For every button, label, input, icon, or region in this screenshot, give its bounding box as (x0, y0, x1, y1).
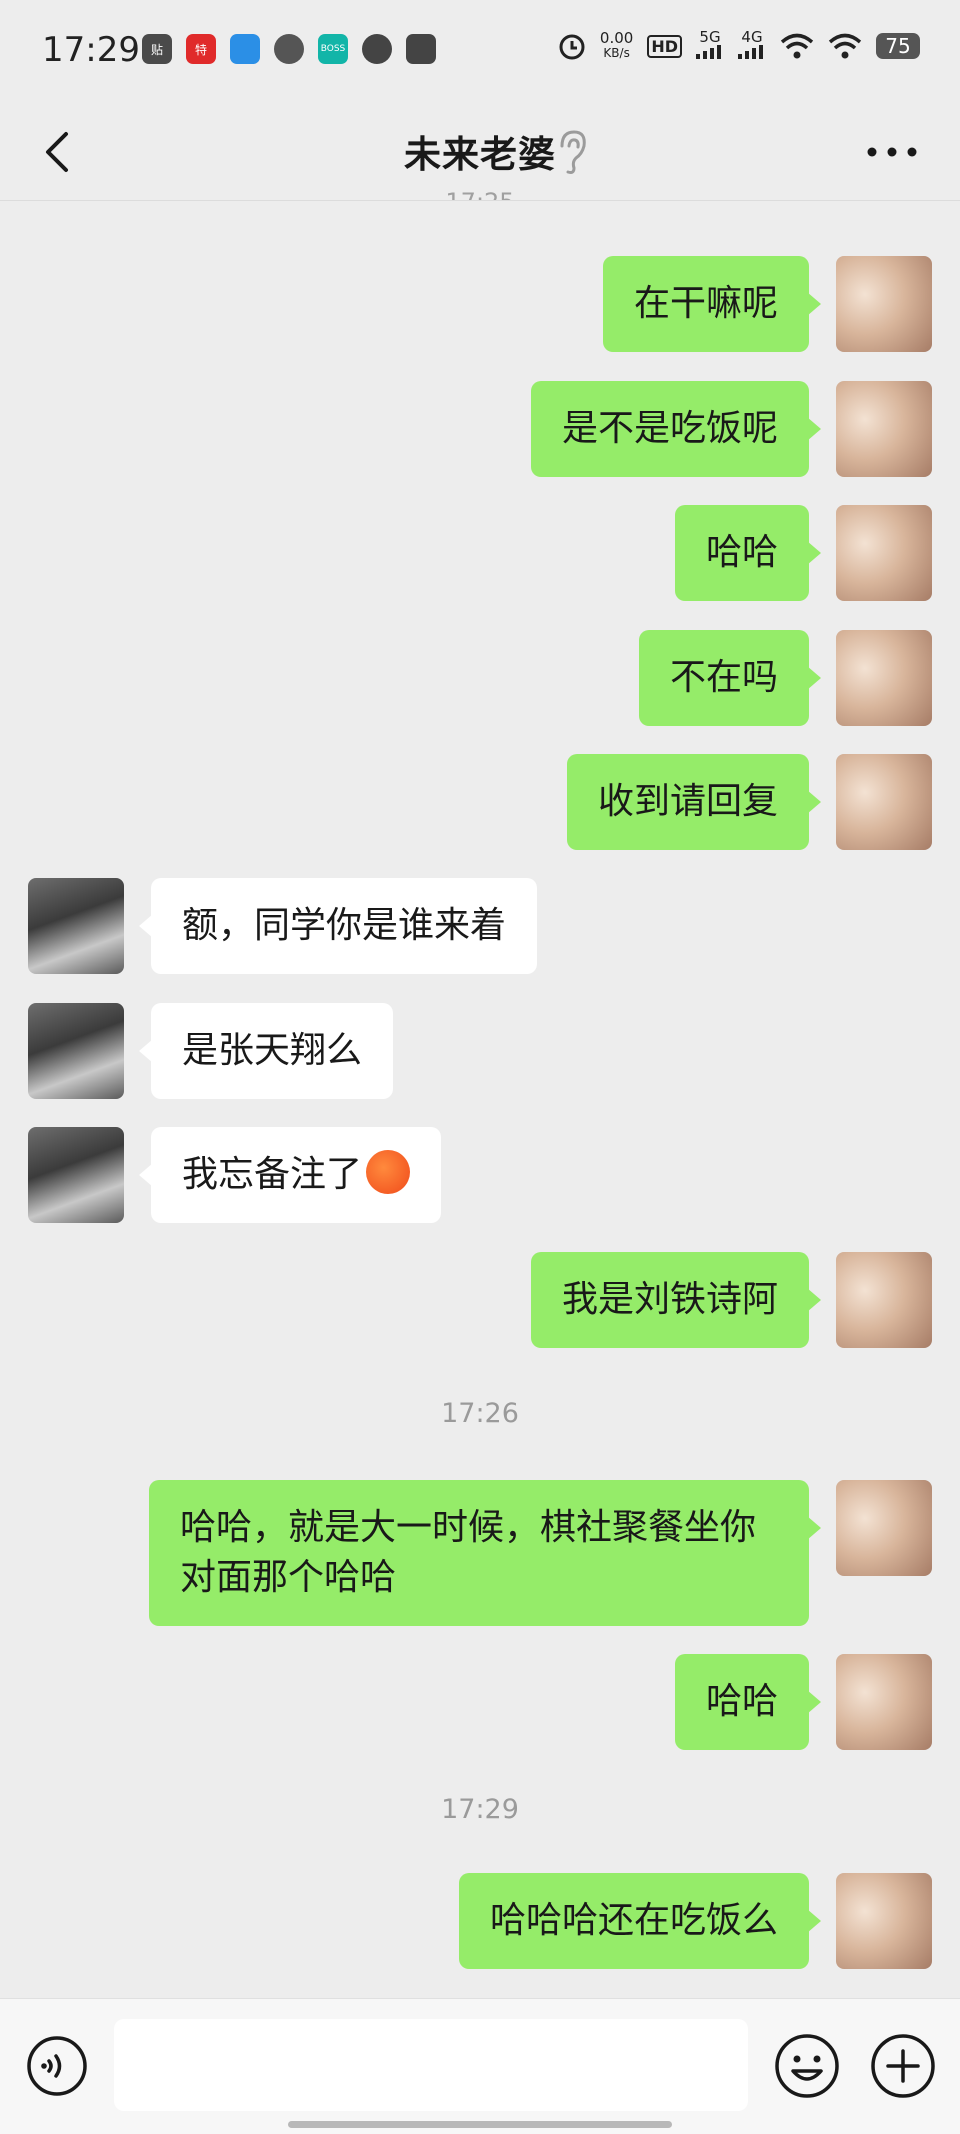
status-app-icons: 贴 特 BOSS (142, 34, 436, 64)
tieba-icon: 贴 (142, 34, 172, 64)
more-dots-icon[interactable] (862, 130, 922, 174)
message-row: 是不是吃饭呢 (0, 381, 960, 477)
my-avatar[interactable] (836, 1873, 932, 1969)
wifi-icon (780, 33, 814, 59)
plus-icon[interactable] (870, 2033, 936, 2099)
contact-message-text: 我忘备注了 (182, 1154, 363, 1195)
my-avatar[interactable] (836, 754, 932, 850)
net-5g-label: 5G (699, 28, 721, 46)
my-message-bubble[interactable]: 我是刘铁诗阿 (530, 1252, 822, 1348)
message-row: 不在吗 (0, 630, 960, 726)
contact-message-bubble[interactable]: 是张天翔么 (138, 1003, 394, 1099)
my-message-bubble[interactable]: 哈哈，就是大一时候，棋社聚餐坐你对面那个哈哈 (149, 1480, 821, 1626)
header-divider (0, 200, 960, 201)
contact-avatar[interactable] (28, 1003, 124, 1099)
contact-message-bubble[interactable]: 额，同学你是谁来着 (138, 878, 538, 974)
my-message-bubble[interactable]: 在干嘛呢 (602, 256, 822, 352)
emoji-icon[interactable] (774, 2033, 840, 2099)
my-message-bubble[interactable]: 不在吗 (638, 630, 822, 726)
message-row: 哈哈哈还在吃饭么 (0, 1873, 960, 1969)
chat-title: 未来老婆 (404, 133, 556, 176)
message-row: 额，同学你是谁来着 (0, 878, 960, 974)
my-message-bubble[interactable]: 哈哈 (674, 505, 822, 601)
signal-4g: 4G (738, 30, 766, 62)
timestamp-cut: 17:25 (420, 188, 540, 200)
sweat-emoji-icon (366, 1150, 411, 1194)
timestamp: 17:29 (441, 1794, 519, 1825)
contact-avatar[interactable] (28, 878, 124, 974)
net-speed-unit: KB/s (603, 46, 630, 60)
shopping-app-icon: 特 (186, 34, 216, 64)
boss-app-icon: BOSS (318, 34, 348, 64)
my-avatar[interactable] (836, 505, 932, 601)
hd-badge: HD (647, 34, 682, 58)
my-avatar[interactable] (836, 1480, 932, 1576)
message-row: 收到请回复 (0, 754, 960, 850)
message-row: 哈哈，就是大一时候，棋社聚餐坐你对面那个哈哈 (0, 1480, 960, 1626)
message-row: 哈哈 (0, 505, 960, 601)
message-row: 我忘备注了 (0, 1127, 960, 1223)
status-bar: 17:29 贴 特 BOSS 0.00 KB/s HD 5G 4G 75 (0, 0, 960, 104)
my-avatar[interactable] (836, 1654, 932, 1750)
net-speed-value: 0.00 (599, 29, 634, 47)
voice-icon[interactable] (26, 2035, 88, 2097)
status-time: 17:29 (42, 30, 140, 70)
square-app-icon (406, 34, 436, 64)
my-avatar[interactable] (836, 381, 932, 477)
battery-indicator: 75 (876, 33, 920, 59)
message-row: 哈哈 (0, 1654, 960, 1750)
input-bar (0, 1998, 960, 2134)
netease-music-icon (274, 34, 304, 64)
my-message-bubble[interactable]: 哈哈 (674, 1654, 822, 1750)
alarm-icon (559, 34, 585, 60)
chat-header: 未来老婆 (0, 104, 960, 200)
message-row: 是张天翔么 (0, 1003, 960, 1099)
home-indicator[interactable] (288, 2121, 672, 2128)
wifi-icon (828, 33, 862, 59)
message-row: 我是刘铁诗阿 (0, 1252, 960, 1348)
signal-5g: 5G (696, 30, 724, 62)
my-message-bubble[interactable]: 是不是吃饭呢 (530, 381, 822, 477)
message-row: 在干嘛呢 (0, 256, 960, 352)
app-icon-blue (230, 34, 260, 64)
net-4g-label: 4G (741, 28, 763, 46)
contact-message-bubble[interactable]: 我忘备注了 (138, 1127, 442, 1223)
timestamp: 17:26 (441, 1398, 519, 1429)
message-icon (362, 34, 392, 64)
my-avatar[interactable] (836, 630, 932, 726)
my-message-bubble[interactable]: 哈哈哈还在吃饭么 (458, 1873, 822, 1969)
signal-bars-icon (696, 45, 721, 59)
my-message-bubble[interactable]: 收到请回复 (566, 754, 822, 850)
signal-bars-icon (738, 45, 763, 59)
message-input[interactable] (114, 2019, 748, 2111)
net-speed: 0.00 KB/s (600, 31, 633, 61)
status-right: 0.00 KB/s HD 5G 4G 75 (558, 30, 920, 62)
my-avatar[interactable] (836, 256, 932, 352)
ear-icon (560, 130, 586, 174)
my-avatar[interactable] (836, 1252, 932, 1348)
contact-avatar[interactable] (28, 1127, 124, 1223)
